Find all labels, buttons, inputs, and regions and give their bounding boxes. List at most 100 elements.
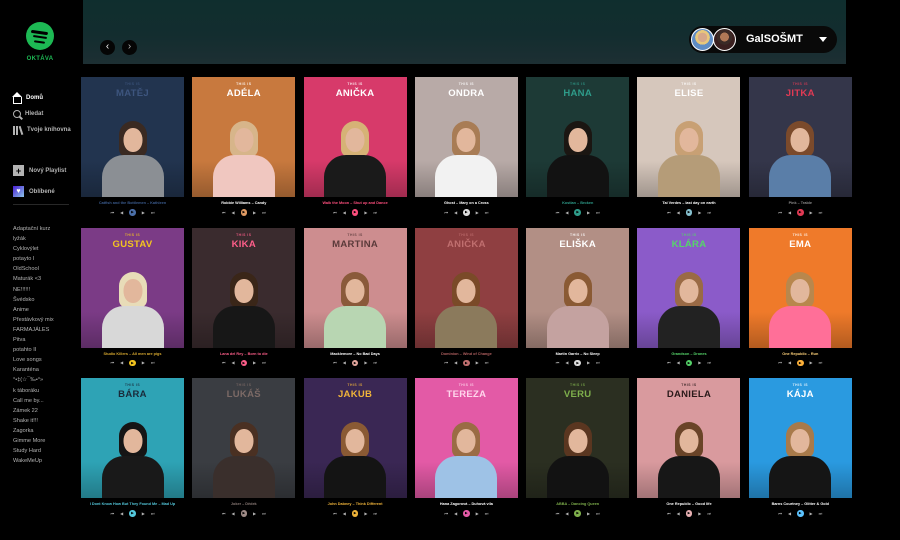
skip-back-icon[interactable]: ⏮ bbox=[556, 511, 560, 516]
skip-forward-icon[interactable]: ⏭ bbox=[373, 511, 377, 516]
sidebar-playlist-item[interactable]: NE!!!!!! bbox=[13, 285, 54, 295]
forward-icon[interactable]: ▶ bbox=[587, 511, 590, 516]
sidebar-playlist-item[interactable]: Anime bbox=[13, 305, 54, 315]
play-button[interactable]: ▶ bbox=[463, 510, 470, 517]
rewind-icon[interactable]: ◀ bbox=[454, 360, 457, 365]
skip-forward-icon[interactable]: ⏭ bbox=[262, 210, 266, 215]
sidebar-playlist-item[interactable]: Zagorka bbox=[13, 426, 54, 436]
new-playlist-button[interactable]: + Nový Playlist bbox=[13, 160, 66, 181]
play-button[interactable]: ▶ bbox=[797, 359, 804, 366]
cover-photo[interactable]: THIS IS KIKA bbox=[192, 227, 296, 348]
nav-home[interactable]: Domů bbox=[12, 90, 71, 106]
play-button[interactable]: ▶ bbox=[685, 359, 693, 366]
skip-back-icon[interactable]: ⏮ bbox=[444, 360, 448, 365]
rewind-icon[interactable]: ◀ bbox=[788, 511, 791, 516]
forward-icon[interactable]: ▶ bbox=[364, 360, 367, 365]
skip-forward-icon[interactable]: ⏭ bbox=[151, 360, 155, 365]
cover-photo[interactable]: THIS IS VERU bbox=[526, 378, 630, 498]
play-button[interactable]: ▶ bbox=[129, 510, 136, 517]
skip-forward-icon[interactable]: ⏭ bbox=[707, 511, 711, 516]
playlist-card[interactable]: THIS IS DANIELA One Republic – Good life… bbox=[637, 378, 741, 519]
rewind-icon[interactable]: ◀ bbox=[677, 511, 680, 516]
rewind-icon[interactable]: ◀ bbox=[677, 210, 680, 215]
play-button[interactable]: ▶ bbox=[574, 510, 581, 517]
sidebar-playlist-item[interactable]: potahto II bbox=[13, 345, 54, 355]
skip-forward-icon[interactable]: ⏭ bbox=[485, 210, 489, 215]
skip-back-icon[interactable]: ⏮ bbox=[222, 210, 226, 215]
skip-forward-icon[interactable]: ⏭ bbox=[262, 511, 266, 516]
cover-photo[interactable]: THIS IS MARTINA bbox=[303, 227, 407, 348]
sidebar-playlist-item[interactable]: Pitva bbox=[13, 335, 54, 345]
playlist-card[interactable]: THIS IS ANIČKA Walk the Moon – Shut up a… bbox=[303, 77, 407, 218]
cover-photo[interactable]: THIS IS EMA bbox=[748, 227, 852, 348]
skip-forward-icon[interactable]: ⏭ bbox=[596, 511, 600, 516]
sidebar-playlist-item[interactable]: Gimme More bbox=[13, 436, 54, 446]
skip-forward-icon[interactable]: ⏭ bbox=[707, 360, 711, 365]
sidebar-playlist-item[interactable]: Karanténa bbox=[13, 365, 54, 375]
play-button[interactable]: ▶ bbox=[574, 209, 581, 216]
sidebar-playlist-item[interactable]: Cyklovýlet bbox=[13, 244, 54, 254]
forward-icon[interactable]: ▶ bbox=[587, 360, 590, 365]
cover-photo[interactable]: THIS IS HANA bbox=[526, 77, 630, 197]
play-button[interactable]: ▶ bbox=[463, 359, 470, 366]
skip-back-icon[interactable]: ⏮ bbox=[667, 360, 671, 365]
skip-forward-icon[interactable]: ⏭ bbox=[819, 360, 823, 365]
skip-back-icon[interactable]: ⏮ bbox=[333, 210, 337, 215]
user-menu[interactable]: GalSOŠMT bbox=[689, 26, 837, 53]
cover-photo[interactable]: THIS IS TEREZA bbox=[414, 378, 518, 498]
forward-icon[interactable]: ▶ bbox=[253, 511, 256, 516]
sidebar-playlist-item[interactable]: Adaptační kurz bbox=[13, 224, 54, 234]
sidebar-playlist-item[interactable]: Švédsko bbox=[13, 295, 54, 305]
sidebar-playlist-item[interactable]: °•‡(☆¯‰•°» bbox=[13, 375, 54, 385]
forward-icon[interactable]: ▶ bbox=[698, 360, 701, 365]
playlist-card[interactable]: THIS IS TEREZA Hana Zagorová – Duhová ví… bbox=[414, 378, 518, 519]
nav-library[interactable]: Tvoje knihovna bbox=[13, 122, 71, 138]
cover-photo[interactable]: THIS IS KLÁRA bbox=[637, 227, 741, 348]
skip-back-icon[interactable]: ⏮ bbox=[778, 511, 782, 516]
rewind-icon[interactable]: ◀ bbox=[343, 360, 346, 365]
cover-photo[interactable]: THIS IS ANIČKA bbox=[414, 227, 518, 348]
skip-back-icon[interactable]: ⏮ bbox=[444, 511, 448, 516]
skip-forward-icon[interactable]: ⏭ bbox=[596, 360, 600, 365]
cover-photo[interactable]: THIS IS ADÉLA bbox=[192, 77, 296, 197]
skip-back-icon[interactable]: ⏮ bbox=[778, 210, 782, 215]
rewind-icon[interactable]: ◀ bbox=[231, 511, 234, 516]
cover-photo[interactable]: THIS IS LUKÁŠ bbox=[192, 378, 296, 498]
cover-photo[interactable]: THIS IS ANIČKA bbox=[303, 77, 407, 197]
forward-icon[interactable]: ▶ bbox=[810, 360, 813, 365]
playlist-card[interactable]: THIS IS JAKUB John Dabney – Think Differ… bbox=[303, 378, 407, 519]
playlist-card[interactable]: THIS IS KIKA Lana del Rey – Born to die … bbox=[192, 227, 296, 369]
forward-icon[interactable]: ▶ bbox=[698, 210, 701, 215]
playlist-card[interactable]: THIS IS KÁJA Barns Courtney – Glitter & … bbox=[748, 378, 852, 519]
sidebar-playlist-item[interactable]: WakeMeUp bbox=[13, 456, 54, 466]
skip-forward-icon[interactable]: ⏭ bbox=[373, 210, 377, 215]
skip-back-icon[interactable]: ⏮ bbox=[222, 511, 226, 516]
playlist-card[interactable]: THIS IS KLÁRA Grandson – Drones ⏮ ◀ ▶ ▶ … bbox=[637, 227, 741, 369]
playlist-card[interactable]: THIS IS GUSTAV Studio Killers – All men … bbox=[81, 227, 184, 369]
playlist-card[interactable]: THIS IS ANIČKA Dominion – Wind of Change… bbox=[414, 227, 518, 369]
playlist-card[interactable]: THIS IS MATĚJ Catfish and the Bottlemen … bbox=[81, 77, 184, 218]
forward-icon[interactable]: ▶ bbox=[364, 210, 367, 215]
rewind-icon[interactable]: ◀ bbox=[343, 511, 346, 516]
play-button[interactable]: ▶ bbox=[351, 359, 359, 366]
playlist-card[interactable]: THIS IS ELISE Tai Verdes – last day on e… bbox=[637, 77, 741, 218]
skip-back-icon[interactable]: ⏮ bbox=[556, 210, 560, 215]
rewind-icon[interactable]: ◀ bbox=[231, 210, 234, 215]
forward-icon[interactable]: ▶ bbox=[142, 210, 145, 215]
forward-icon[interactable]: ▶ bbox=[698, 511, 701, 516]
rewind-icon[interactable]: ◀ bbox=[454, 210, 457, 215]
spotify-logo-icon[interactable] bbox=[26, 22, 54, 50]
skip-back-icon[interactable]: ⏮ bbox=[667, 210, 671, 215]
skip-back-icon[interactable]: ⏮ bbox=[333, 511, 337, 516]
cover-photo[interactable]: THIS IS JAKUB bbox=[303, 378, 407, 498]
skip-forward-icon[interactable]: ⏭ bbox=[819, 210, 823, 215]
rewind-icon[interactable]: ◀ bbox=[788, 210, 791, 215]
rewind-icon[interactable]: ◀ bbox=[120, 360, 123, 365]
forward-icon[interactable]: ▶ bbox=[587, 210, 590, 215]
skip-back-icon[interactable]: ⏮ bbox=[111, 360, 115, 365]
rewind-icon[interactable]: ◀ bbox=[343, 210, 346, 215]
forward-icon[interactable]: ▶ bbox=[253, 360, 256, 365]
rewind-icon[interactable]: ◀ bbox=[565, 210, 568, 215]
rewind-icon[interactable]: ◀ bbox=[677, 360, 680, 365]
forward-icon[interactable]: ▶ bbox=[142, 511, 145, 516]
